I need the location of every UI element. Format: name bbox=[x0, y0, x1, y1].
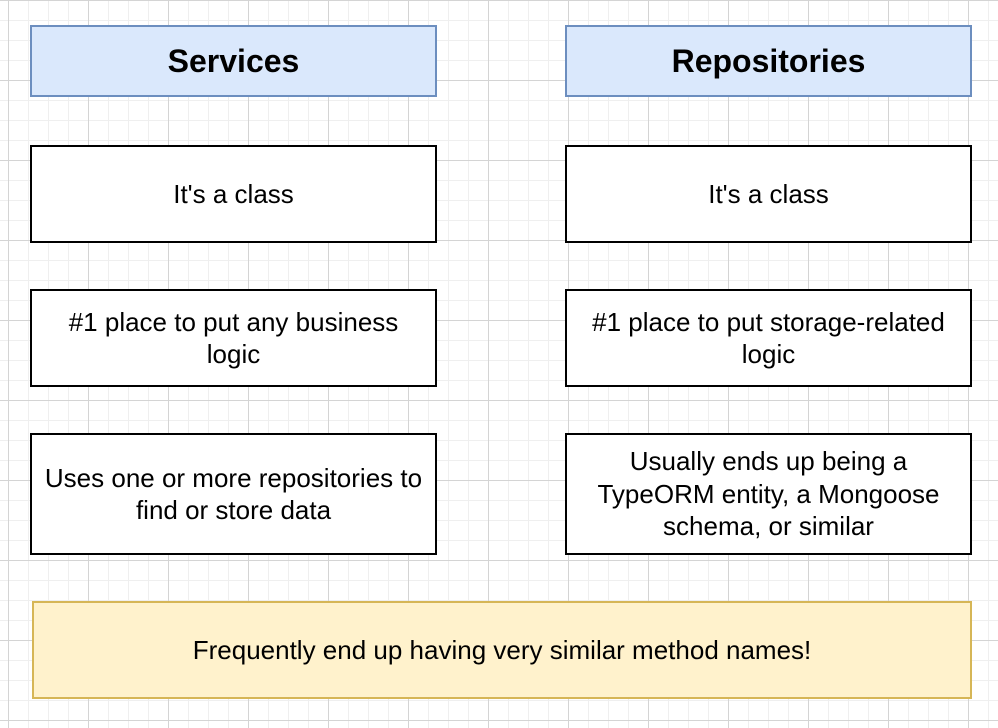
repositories-header: Repositories bbox=[565, 25, 972, 97]
services-header: Services bbox=[30, 25, 437, 97]
repositories-item-storage-logic: #1 place to put storage-related logic bbox=[565, 289, 972, 387]
repositories-item-entity: Usually ends up being a TypeORM entity, … bbox=[565, 433, 972, 555]
services-item-class: It's a class bbox=[30, 145, 437, 243]
services-item-uses-repositories: Uses one or more repositories to find or… bbox=[30, 433, 437, 555]
services-item-business-logic: #1 place to put any business logic bbox=[30, 289, 437, 387]
footer-note: Frequently end up having very similar me… bbox=[32, 601, 972, 699]
repositories-item-class: It's a class bbox=[565, 145, 972, 243]
